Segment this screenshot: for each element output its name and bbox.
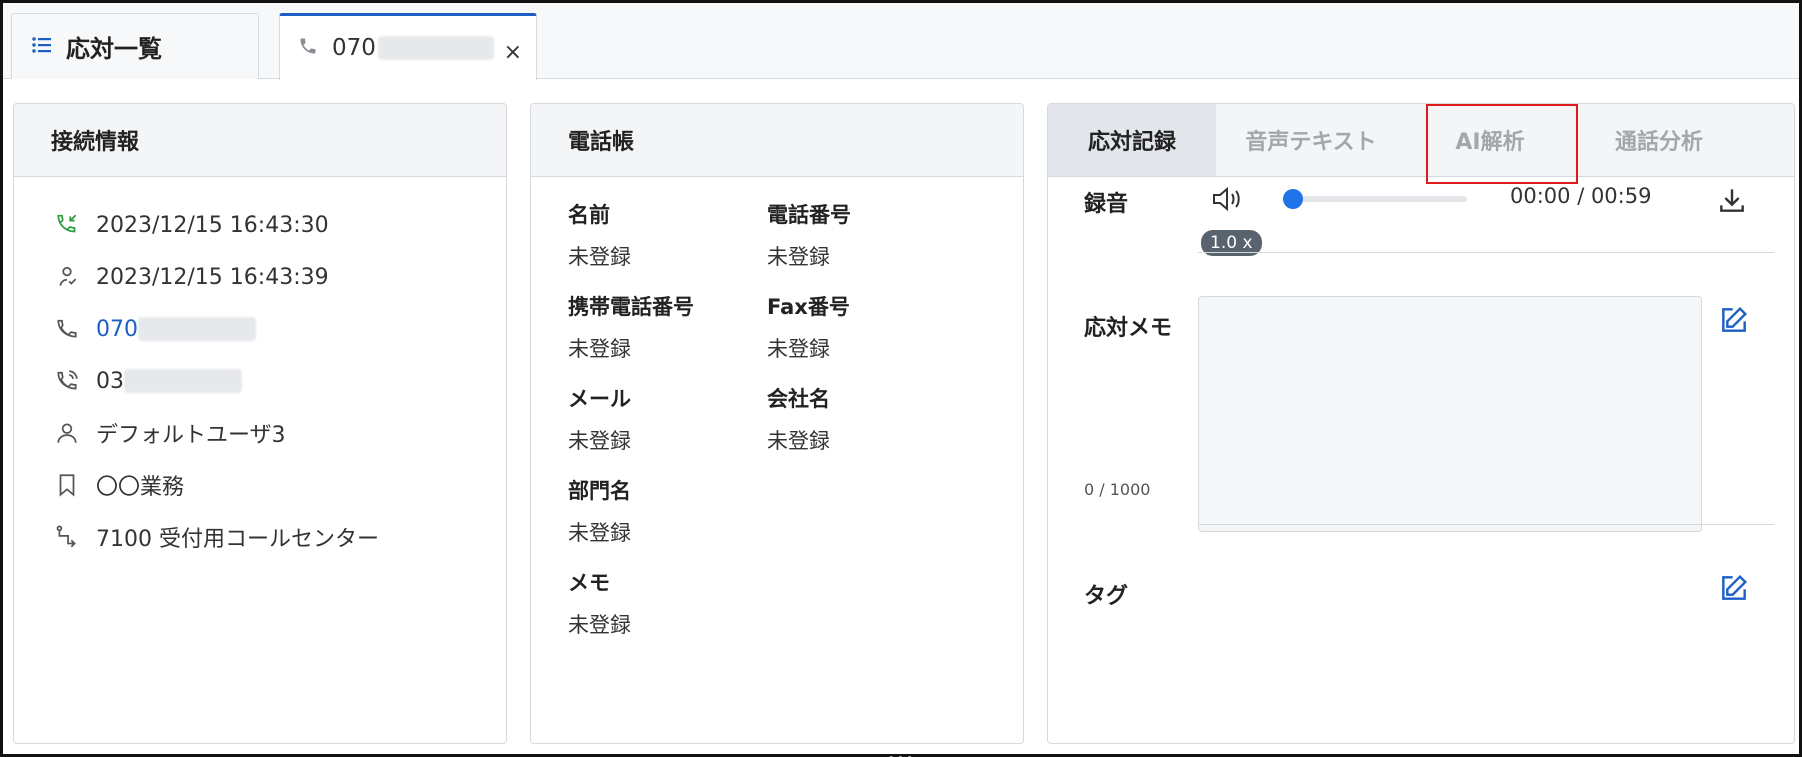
phone-call-icon [52,366,82,396]
pb-field-company: 会社名 未登録 [767,383,830,455]
recording-label: 録音 [1084,192,1129,217]
tab-call-analysis[interactable]: 通話分析 [1574,104,1744,176]
edit-memo-icon[interactable] [1718,304,1750,340]
app-window: 応対一覧 070 × 接続情報 2023/12/15 16:43:30 2023… [0,0,1802,757]
info-row-user: デフォルトユーザ3 [52,407,506,459]
tag-label: タグ [1084,584,1129,609]
memo-char-count: 0 / 1000 [1084,480,1151,499]
route-name: 7100 受付用コールセンター [96,527,379,552]
tab-active-call[interactable]: 070 × [279,13,537,80]
tab-bar: 応対一覧 070 × [3,3,1799,80]
phone-icon [298,35,318,61]
connection-info-title: 接続情報 [14,104,506,177]
divider [1198,252,1774,253]
playback-time: 00:00 / 00:59 [1510,184,1652,208]
pb-value: 未登録 [767,429,830,453]
response-record-panel: 応対記録 音声テキスト AI解析 通話分析 録音 1.0 x 00:00 / 0… [1047,103,1795,744]
callee-number: 03 [96,368,124,394]
route-icon [52,522,82,552]
record-tab-bar: 応対記録 音声テキスト AI解析 通話分析 [1048,104,1794,184]
incoming-time: 2023/12/15 16:43:30 [96,212,329,238]
pb-label: メモ [568,571,610,595]
divider [1198,524,1774,525]
tab-phone-number: 070 [332,35,376,61]
pb-value: 未登録 [568,429,631,453]
close-tab-button[interactable]: × [504,40,522,65]
bookmark-icon [52,470,82,500]
pb-label: Fax番号 [767,295,850,319]
pb-value: 未登録 [767,245,830,269]
playback-slider-knob[interactable] [1283,189,1303,209]
pb-label: 会社名 [767,387,830,411]
info-row-route: 7100 受付用コールセンター [52,511,506,563]
pb-field-department: 部門名 未登録 [568,475,631,547]
pb-value: 未登録 [568,521,631,545]
info-row-answer-time: 2023/12/15 16:43:39 [52,251,506,303]
volume-icon[interactable] [1210,184,1244,218]
caller-number-link[interactable]: 070 [96,317,138,342]
edit-tag-icon[interactable] [1718,572,1750,608]
pb-field-fax: Fax番号 未登録 [767,291,850,363]
memo-textarea[interactable] [1198,296,1702,532]
phonebook-title: 電話帳 [531,104,1023,177]
pb-value: 未登録 [568,245,631,269]
tab-response-list-label: 応対一覧 [66,35,162,63]
pb-field-name: 名前 未登録 [568,199,631,271]
info-row-caller-number: 070 [52,303,506,355]
pb-value: 未登録 [568,337,631,361]
pb-field-mobile: 携帯電話番号 未登録 [568,291,694,363]
phonebook-panel: 電話帳 名前 未登録 電話番号 未登録 携帯電話番号 未登録 Fax番号 未登録… [530,103,1024,744]
business-name: 〇〇業務 [96,475,185,500]
memo-label: 応対メモ [1084,316,1173,341]
tab-response-record[interactable]: 応対記録 [1048,104,1216,176]
pb-label: 名前 [568,203,610,227]
pb-value: 未登録 [767,337,830,361]
user-name: デフォルトユーザ3 [96,423,286,448]
info-row-callee-number: 03 [52,355,506,407]
tab-ai-analysis[interactable]: AI解析 [1406,104,1578,184]
pb-value: 未登録 [568,613,631,637]
info-row-incoming-time: 2023/12/15 16:43:30 [52,199,506,251]
pb-label: 携帯電話番号 [568,295,694,319]
incoming-call-icon [52,210,82,240]
redacted-number [138,317,256,341]
tab-response-list[interactable]: 応対一覧 [11,13,259,79]
pb-field-memo: メモ 未登録 [568,567,631,639]
pb-label: メール [568,387,631,411]
connection-info-panel: 接続情報 2023/12/15 16:43:30 2023/12/15 16:4… [13,103,507,744]
tab-voice-text[interactable]: 音声テキスト [1216,104,1406,176]
redacted-number [124,369,242,393]
user-icon [52,418,82,448]
pb-label: 部門名 [568,479,631,503]
phone-icon [52,314,82,344]
answer-time: 2023/12/15 16:43:39 [96,264,329,290]
redacted-number [377,36,494,60]
playback-slider[interactable] [1283,189,1467,209]
download-icon[interactable] [1716,184,1748,220]
pb-field-phone: 電話番号 未登録 [767,199,851,271]
pb-field-email: メール 未登録 [568,383,631,455]
list-icon [32,36,52,58]
info-row-business: 〇〇業務 [52,459,506,511]
agent-answer-icon [52,262,82,292]
panel-resize-handle[interactable]: ••• [887,751,915,757]
pb-label: 電話番号 [767,203,851,227]
